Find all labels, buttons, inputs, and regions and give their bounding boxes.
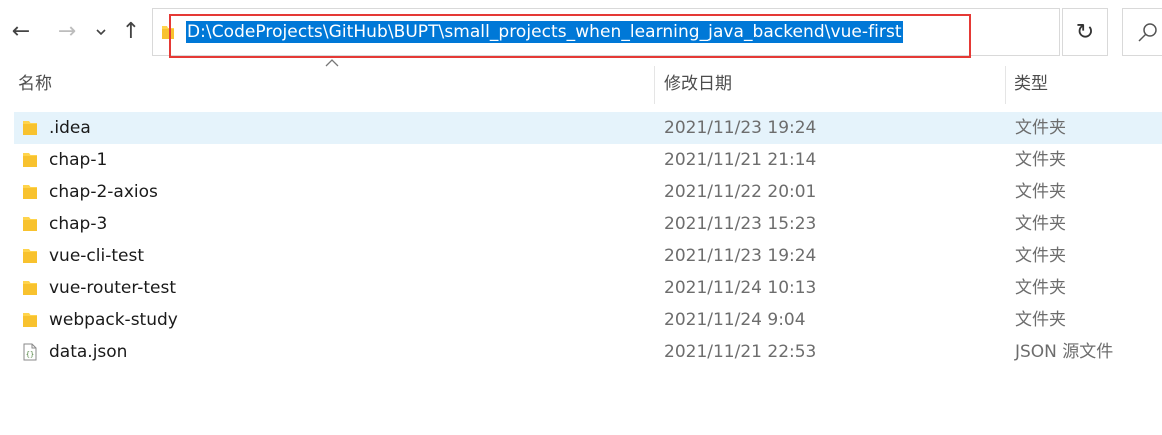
folder-icon xyxy=(23,153,37,167)
folder-icon xyxy=(23,249,37,263)
file-modified-date: 2021/11/24 9:04 xyxy=(664,310,806,330)
file-row[interactable]: vue-cli-test 2021/11/23 19:24 文件夹 xyxy=(14,240,1162,272)
file-modified-date: 2021/11/24 10:13 xyxy=(664,278,817,298)
file-type: 文件夹 xyxy=(1015,118,1066,138)
column-header-name[interactable]: 名称 xyxy=(18,64,52,104)
folder-icon xyxy=(23,313,37,327)
column-header-type[interactable]: 类型 xyxy=(1014,64,1048,104)
folder-icon xyxy=(23,217,37,231)
refresh-icon: ↻ xyxy=(1075,19,1095,45)
file-modified-date: 2021/11/21 22:53 xyxy=(664,342,817,362)
arrow-up-icon: ↑ xyxy=(121,19,141,44)
file-name: vue-cli-test xyxy=(49,246,145,266)
file-type: 文件夹 xyxy=(1015,310,1066,330)
folder-icon xyxy=(162,26,174,39)
file-row[interactable]: chap-1 2021/11/21 21:14 文件夹 xyxy=(14,144,1162,176)
column-divider[interactable] xyxy=(654,66,655,104)
sort-ascending-icon xyxy=(325,59,339,67)
search-input[interactable] xyxy=(1122,8,1162,56)
file-name: .idea xyxy=(49,118,91,138)
file-type: 文件夹 xyxy=(1015,278,1066,298)
file-name: chap-3 xyxy=(49,214,108,234)
folder-icon xyxy=(23,185,37,199)
column-header-date[interactable]: 修改日期 xyxy=(664,64,732,104)
file-row[interactable]: vue-router-test 2021/11/24 10:13 文件夹 xyxy=(14,272,1162,304)
file-row[interactable]: .idea 2021/11/23 19:24 文件夹 xyxy=(14,112,1162,144)
file-name: chap-1 xyxy=(49,150,108,170)
json-file-icon: {} xyxy=(23,343,37,361)
file-type: 文件夹 xyxy=(1015,246,1066,266)
column-divider[interactable] xyxy=(1005,66,1006,104)
file-name: vue-router-test xyxy=(49,278,177,298)
search-icon xyxy=(1138,23,1157,42)
file-type: 文件夹 xyxy=(1015,182,1066,202)
column-header-row: 名称 修改日期 类型 xyxy=(0,64,1162,104)
up-button[interactable]: ↑ xyxy=(116,16,146,48)
svg-text:{}: {} xyxy=(26,351,34,359)
file-row[interactable]: webpack-study 2021/11/24 9:04 文件夹 xyxy=(14,304,1162,336)
chevron-down-icon xyxy=(96,29,106,35)
file-name: data.json xyxy=(49,342,128,362)
recent-locations-button[interactable] xyxy=(92,16,110,48)
arrow-right-icon: → xyxy=(57,19,77,44)
refresh-button[interactable]: ↻ xyxy=(1062,8,1108,56)
file-name: chap-2-axios xyxy=(49,182,158,202)
file-type: 文件夹 xyxy=(1015,150,1066,170)
file-modified-date: 2021/11/22 20:01 xyxy=(664,182,817,202)
file-modified-date: 2021/11/21 21:14 xyxy=(664,150,817,170)
address-path[interactable]: D:\CodeProjects\GitHub\BUPT\small_projec… xyxy=(186,21,903,43)
forward-button[interactable]: → xyxy=(50,16,84,48)
back-button[interactable]: ← xyxy=(4,16,38,48)
file-row[interactable]: {} data.json 2021/11/21 22:53 JSON 源文件 xyxy=(14,336,1162,368)
file-modified-date: 2021/11/23 19:24 xyxy=(664,246,817,266)
folder-icon xyxy=(23,281,37,295)
file-modified-date: 2021/11/23 19:24 xyxy=(664,118,817,138)
file-row[interactable]: chap-2-axios 2021/11/22 20:01 文件夹 xyxy=(14,176,1162,208)
folder-icon xyxy=(23,121,37,135)
file-type: 文件夹 xyxy=(1015,214,1066,234)
file-type: JSON 源文件 xyxy=(1015,342,1114,362)
address-bar[interactable]: D:\CodeProjects\GitHub\BUPT\small_projec… xyxy=(152,8,1060,56)
file-row[interactable]: chap-3 2021/11/23 15:23 文件夹 xyxy=(14,208,1162,240)
navigation-toolbar: ← → ↑ D:\CodeProjects\GitHub\BUPT\small_… xyxy=(0,0,1162,64)
file-name: webpack-study xyxy=(49,310,178,330)
file-modified-date: 2021/11/23 15:23 xyxy=(664,214,817,234)
arrow-left-icon: ← xyxy=(11,19,31,44)
